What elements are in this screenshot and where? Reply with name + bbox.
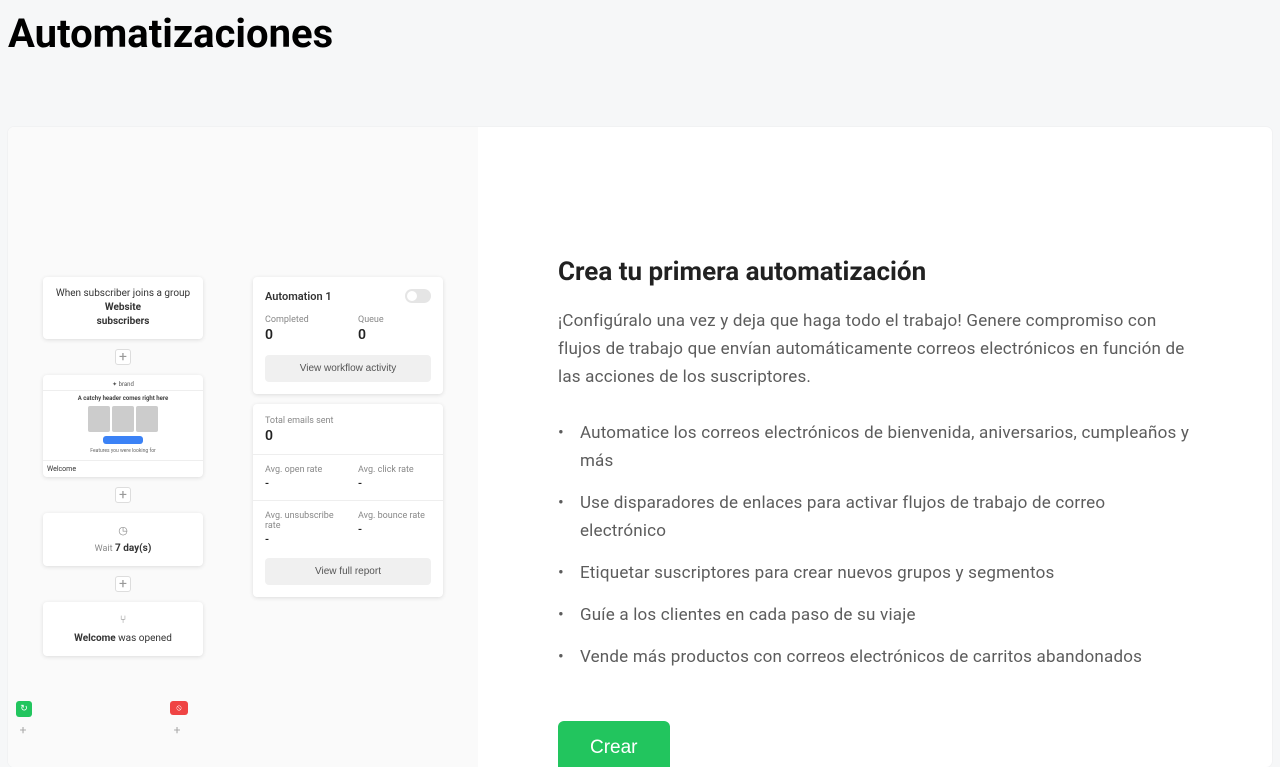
yes-path-badge: ↻ [16,701,32,717]
click-rate-value: - [358,477,431,490]
list-item: Guíe a los clientes en cada paso de su v… [558,601,1192,629]
workflow-email-card: ✦ brand A catchy header comes right here… [43,375,203,477]
section-description: ¡Configúralo una vez y deja que haga tod… [558,307,1192,391]
wait-days: 7 day(s) [115,543,151,554]
open-rate-value: - [265,477,338,490]
queue-label: Queue [358,315,431,325]
no-path-badge: ⦸ [170,701,188,715]
open-rate-label: Avg. open rate [265,465,338,475]
workflow-trigger-card: When subscriber joins a group Website su… [43,277,203,339]
completed-value: 0 [265,327,338,343]
email-preview-header: ✦ brand [43,375,203,391]
total-sent-value: 0 [265,428,431,444]
automation-toggle [405,289,431,303]
condition-email-name: Welcome [74,633,116,644]
condition-suffix: was opened [118,633,172,644]
bounce-rate-label: Avg. bounce rate [358,511,431,521]
add-step-icon: + [115,576,131,592]
email-cta-button [103,436,143,444]
trigger-text-line1: When subscriber joins a [56,288,162,299]
total-sent-label: Total emails sent [265,416,431,426]
add-step-icon: + [115,487,131,503]
trigger-group-name2: subscribers [97,316,150,327]
workflow-condition-card: ⑂ Welcome was opened [43,602,203,655]
click-rate-label: Avg. click rate [358,465,431,475]
trigger-text-line2: group [164,288,190,299]
email-stats-panel: Total emails sent 0 Avg. open rate - Avg… [253,404,443,597]
view-report-button: View full report [265,558,431,585]
clock-icon: ◷ [55,523,191,538]
email-features-text: Features you were looking for [49,448,197,454]
add-step-icon: + [16,723,30,737]
section-heading: Crea tu primera automatización [558,257,1192,287]
automation-name: Automation 1 [265,290,332,303]
page-title: Automatizaciones [0,0,1280,77]
feature-list: Automatice los correos electrónicos de b… [558,419,1192,671]
unsub-rate-label: Avg. unsubscribe rate [265,511,338,531]
add-step-icon: + [170,723,184,737]
list-item: Automatice los correos electrónicos de b… [558,419,1192,475]
unsub-rate-value: - [265,533,338,546]
email-name-label: Welcome [43,460,203,477]
email-tagline: A catchy header comes right here [78,395,169,402]
preview-panel: When subscriber joins a group Website su… [8,127,478,767]
list-item: Vende más productos con correos electrón… [558,643,1192,671]
completed-label: Completed [265,315,338,325]
email-preview-images [49,406,197,432]
automation-stats-panel: Automation 1 Completed 0 Queue 0 View wo… [253,277,443,394]
list-item: Use disparadores de enlaces para activar… [558,489,1192,545]
queue-value: 0 [358,327,431,343]
content-panel: Crea tu primera automatización ¡Configúr… [478,127,1272,767]
list-item: Etiquetar suscriptores para crear nuevos… [558,559,1192,587]
view-workflow-button: View workflow activity [265,355,431,382]
onboarding-card: When subscriber joins a group Website su… [8,127,1272,767]
email-preview-body: A catchy header comes right here Feature… [43,391,203,460]
stats-column: Automation 1 Completed 0 Queue 0 View wo… [253,277,443,767]
workflow-column: When subscriber joins a group Website su… [43,277,203,767]
bounce-rate-value: - [358,523,431,536]
create-button[interactable]: Crear [558,721,670,767]
trigger-group-name: Website [105,302,141,313]
add-step-icon: + [115,349,131,365]
wait-label: Wait [95,544,113,554]
workflow-wait-card: ◷ Wait 7 day(s) [43,513,203,566]
branch-icon: ⑂ [55,612,191,627]
